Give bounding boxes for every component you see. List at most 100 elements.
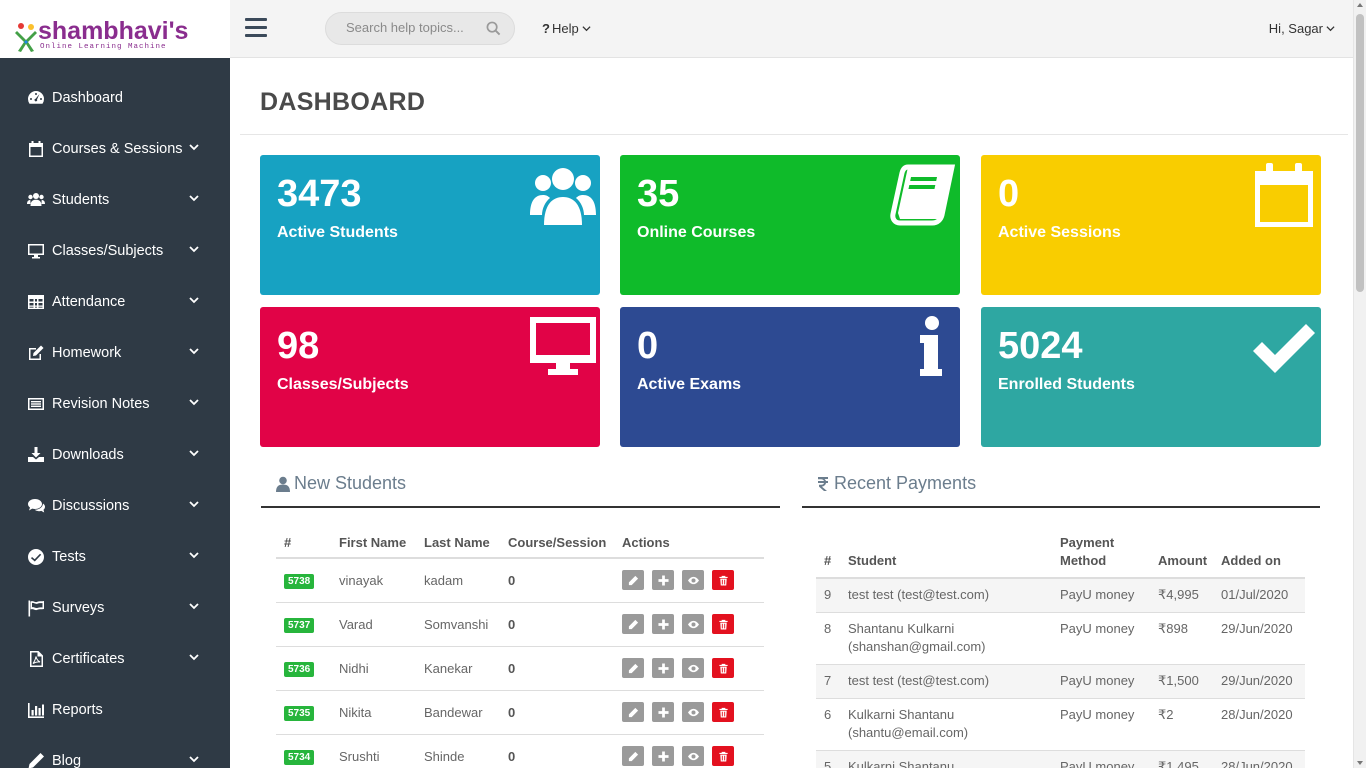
stat-card-active-students[interactable]: 3473 Active Students — [260, 155, 600, 295]
eye-icon — [687, 664, 699, 672]
users-icon — [26, 191, 46, 209]
edit-button[interactable] — [622, 702, 644, 722]
student-cell: Shantanu Kulkarni (shanshan@gmail.com) — [840, 612, 1052, 665]
stat-card-classes-subjects[interactable]: 98 Classes/Subjects — [260, 307, 600, 447]
delete-button[interactable] — [712, 746, 734, 766]
user-menu[interactable]: Hi, Sagar — [1269, 21, 1335, 36]
first-name-cell: Srushti — [331, 734, 416, 768]
view-button[interactable] — [682, 658, 704, 678]
student-id-badge[interactable]: 5737 — [284, 617, 315, 633]
add-icon — [657, 750, 669, 762]
main-content: DASHBOARD 3473 Active Students 35 Online Co… — [230, 58, 1353, 768]
trash-icon — [718, 663, 728, 674]
scrollbar-thumb[interactable] — [1356, 14, 1364, 292]
student-id-badge[interactable]: 5735 — [284, 705, 315, 721]
first-name-cell: Varad — [331, 602, 416, 647]
student-id-badge[interactable]: 5734 — [284, 749, 315, 765]
search-input[interactable] — [346, 20, 476, 35]
sidebar-item-tests[interactable]: Tests — [0, 531, 230, 582]
edit-button[interactable] — [622, 570, 644, 591]
edit-button[interactable] — [622, 614, 644, 634]
sidebar-item-students[interactable]: Students — [0, 174, 230, 225]
eye-icon — [687, 576, 699, 584]
eye-icon — [687, 708, 699, 716]
course-cell: 0 — [500, 558, 614, 603]
sidebar-item-classes-subjects[interactable]: Classes/Subjects — [0, 225, 230, 276]
rupee-icon — [818, 476, 828, 491]
view-button[interactable] — [682, 570, 704, 591]
actions-cell — [614, 558, 764, 603]
add-button[interactable] — [652, 702, 674, 722]
sidebar-item-courses-sessions[interactable]: Courses & Sessions — [0, 123, 230, 174]
actions-cell — [614, 690, 764, 735]
student-id-badge[interactable]: 5736 — [284, 661, 315, 677]
delete-button[interactable] — [712, 570, 734, 591]
stat-value: 0 — [637, 325, 659, 367]
add-icon — [657, 662, 669, 674]
student-cell: Kulkarni Shantanu (shantu@email.com) — [840, 698, 1052, 751]
sidebar-item-label: Dashboard — [52, 89, 123, 106]
chevron-down-icon — [189, 756, 199, 763]
stat-card-active-exams[interactable]: 0 Active Exams — [620, 307, 960, 447]
sidebar-item-dashboard[interactable]: Dashboard — [0, 72, 230, 123]
sidebar-item-label: Certificates — [52, 650, 125, 667]
sidebar-item-label: Classes/Subjects — [52, 242, 164, 259]
amount-cell: ₹1,495 — [1150, 750, 1213, 768]
help-dropdown[interactable]: ? Help — [542, 21, 591, 36]
edit-button[interactable] — [622, 746, 644, 766]
date-cell: 28/Jun/2020 — [1213, 750, 1305, 768]
column-header: Amount — [1150, 528, 1213, 579]
sidebar-item-label: Surveys — [52, 599, 105, 616]
stat-card-enrolled-students[interactable]: 5024 Enrolled Students — [981, 307, 1321, 447]
column-header: # — [816, 528, 840, 579]
page-scrollbar[interactable] — [1353, 0, 1366, 768]
search-icon[interactable] — [486, 21, 501, 36]
sidebar-item-label: Reports — [52, 701, 103, 718]
course-cell: 0 — [500, 734, 614, 768]
sidebar-item-revision-notes[interactable]: Revision Notes — [0, 378, 230, 429]
sidebar-item-discussions[interactable]: Discussions — [0, 480, 230, 531]
payment-number-cell: 7 — [816, 664, 840, 699]
scroll-down-arrow-icon[interactable] — [1357, 761, 1363, 765]
add-button[interactable] — [652, 658, 674, 678]
brand-logo[interactable]: shambhavi's Online Learning Machine — [0, 0, 230, 58]
chevron-down-icon — [189, 501, 199, 508]
stat-card-active-sessions[interactable]: 0 Active Sessions — [981, 155, 1321, 295]
sidebar-item-homework[interactable]: Homework — [0, 327, 230, 378]
payment-method-cell: PayU money — [1052, 664, 1150, 699]
sidebar-item-certificates[interactable]: Certificates — [0, 633, 230, 684]
table-row: 5736 Nidhi Kanekar 0 — [276, 646, 764, 691]
flag-icon — [26, 599, 46, 617]
bar-chart-icon — [26, 701, 46, 719]
view-button[interactable] — [682, 702, 704, 722]
payment-method-cell: PayU money — [1052, 577, 1150, 613]
column-header: Course/Session — [500, 528, 614, 559]
sidebar-item-surveys[interactable]: Surveys — [0, 582, 230, 633]
sidebar-item-label: Courses & Sessions — [52, 140, 183, 157]
add-button[interactable] — [652, 746, 674, 766]
view-button[interactable] — [682, 614, 704, 634]
delete-button[interactable] — [712, 614, 734, 634]
delete-button[interactable] — [712, 658, 734, 678]
sidebar-item-blog[interactable]: Blog — [0, 735, 230, 768]
student-id-badge[interactable]: 5738 — [284, 573, 315, 589]
edit-button[interactable] — [622, 658, 644, 678]
student-cell: test test (test@test.com) — [840, 577, 1052, 613]
chevron-down-icon — [582, 26, 591, 32]
amount-cell: ₹4,995 — [1150, 577, 1213, 613]
sidebar-item-downloads[interactable]: Downloads — [0, 429, 230, 480]
sidebar-item-reports[interactable]: Reports — [0, 684, 230, 735]
payment-number-cell: 8 — [816, 612, 840, 665]
question-icon: ? — [542, 21, 550, 36]
sidebar-item-label: Revision Notes — [52, 395, 150, 412]
column-header: Payment Method — [1052, 528, 1150, 579]
hamburger-menu-icon[interactable] — [245, 18, 267, 38]
sidebar-item-attendance[interactable]: Attendance — [0, 276, 230, 327]
stat-card-online-courses[interactable]: 35 Online Courses — [620, 155, 960, 295]
scroll-up-arrow-icon[interactable] — [1357, 3, 1363, 7]
sidebar-item-label: Attendance — [52, 293, 126, 310]
add-button[interactable] — [652, 570, 674, 591]
add-button[interactable] — [652, 614, 674, 634]
delete-button[interactable] — [712, 702, 734, 722]
view-button[interactable] — [682, 746, 704, 766]
